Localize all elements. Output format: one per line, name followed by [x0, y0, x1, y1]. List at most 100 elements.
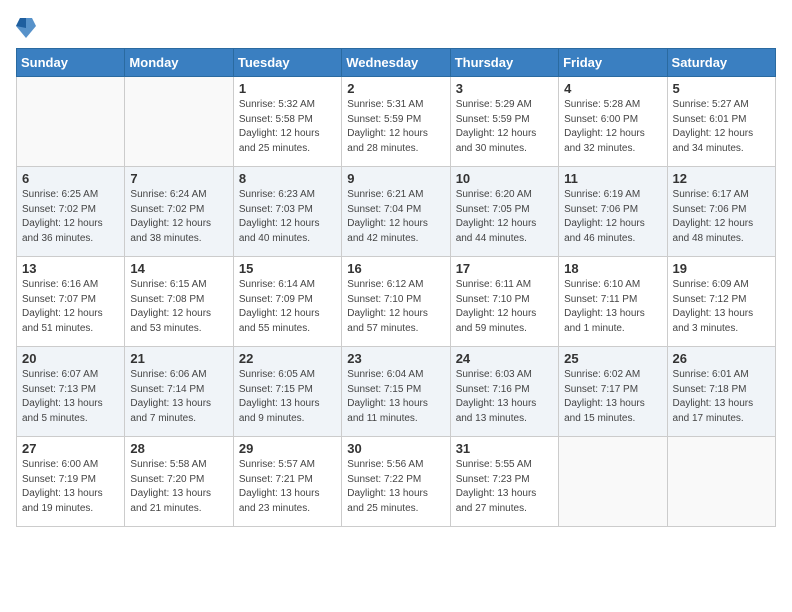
- day-info: Sunrise: 6:25 AM Sunset: 7:02 PM Dayligh…: [22, 188, 119, 246]
- calendar-cell: 12 Sunrise: 6:17 AM Sunset: 7:06 PM Dayli…: [667, 167, 775, 257]
- day-number: 4: [564, 81, 661, 96]
- day-number: 31: [456, 441, 553, 456]
- day-number: 29: [239, 441, 336, 456]
- day-info: Sunrise: 5:55 AM Sunset: 7:23 PM Dayligh…: [456, 458, 553, 516]
- day-info: Sunrise: 6:23 AM Sunset: 7:03 PM Dayligh…: [239, 188, 336, 246]
- calendar-header-sunday: Sunday: [17, 49, 125, 77]
- day-info: Sunrise: 5:32 AM Sunset: 5:58 PM Dayligh…: [239, 98, 336, 156]
- day-info: Sunrise: 6:11 AM Sunset: 7:10 PM Dayligh…: [456, 278, 553, 336]
- day-info: Sunrise: 6:01 AM Sunset: 7:18 PM Dayligh…: [673, 368, 770, 426]
- calendar-cell: 31 Sunrise: 5:55 AM Sunset: 7:23 PM Dayli…: [450, 437, 558, 527]
- day-number: 19: [673, 261, 770, 276]
- day-number: 16: [347, 261, 444, 276]
- calendar-cell: 2Sunrise: 5:31 AM Sunset: 5:59 PM Daylig…: [342, 77, 450, 167]
- day-number: 28: [130, 441, 227, 456]
- day-info: Sunrise: 5:56 AM Sunset: 7:22 PM Dayligh…: [347, 458, 444, 516]
- calendar-table: SundayMondayTuesdayWednesdayThursdayFrid…: [16, 48, 776, 527]
- day-info: Sunrise: 6:04 AM Sunset: 7:15 PM Dayligh…: [347, 368, 444, 426]
- day-info: Sunrise: 5:58 AM Sunset: 7:20 PM Dayligh…: [130, 458, 227, 516]
- calendar-cell: 27Sunrise: 6:00 AM Sunset: 7:19 PM Dayli…: [17, 437, 125, 527]
- day-number: 5: [673, 81, 770, 96]
- calendar-cell: [17, 77, 125, 167]
- day-info: Sunrise: 6:19 AM Sunset: 7:06 PM Dayligh…: [564, 188, 661, 246]
- calendar-header-monday: Monday: [125, 49, 233, 77]
- day-number: 10: [456, 171, 553, 186]
- day-number: 15: [239, 261, 336, 276]
- day-number: 7: [130, 171, 227, 186]
- calendar-cell: 22 Sunrise: 6:05 AM Sunset: 7:15 PM Dayli…: [233, 347, 341, 437]
- day-info: Sunrise: 6:20 AM Sunset: 7:05 PM Dayligh…: [456, 188, 553, 246]
- day-info: Sunrise: 6:06 AM Sunset: 7:14 PM Dayligh…: [130, 368, 227, 426]
- day-info: Sunrise: 6:12 AM Sunset: 7:10 PM Dayligh…: [347, 278, 444, 336]
- calendar-cell: 1 Sunrise: 5:32 AM Sunset: 5:58 PM Daylig…: [233, 77, 341, 167]
- calendar-cell: 9 Sunrise: 6:21 AM Sunset: 7:04 PM Daylig…: [342, 167, 450, 257]
- day-info: Sunrise: 6:02 AM Sunset: 7:17 PM Dayligh…: [564, 368, 661, 426]
- day-info: Sunrise: 6:17 AM Sunset: 7:06 PM Dayligh…: [673, 188, 770, 246]
- calendar-cell: 17Sunrise: 6:11 AM Sunset: 7:10 PM Dayli…: [450, 257, 558, 347]
- calendar-cell: 16 Sunrise: 6:12 AM Sunset: 7:10 PM Dayli…: [342, 257, 450, 347]
- calendar-week-row: 13 Sunrise: 6:16 AM Sunset: 7:07 PM Dayli…: [17, 257, 776, 347]
- calendar-cell: [125, 77, 233, 167]
- day-number: 30: [347, 441, 444, 456]
- calendar-cell: 7 Sunrise: 6:24 AM Sunset: 7:02 PM Daylig…: [125, 167, 233, 257]
- day-number: 8: [239, 171, 336, 186]
- day-info: Sunrise: 6:24 AM Sunset: 7:02 PM Dayligh…: [130, 188, 227, 246]
- calendar-week-row: 27Sunrise: 6:00 AM Sunset: 7:19 PM Dayli…: [17, 437, 776, 527]
- calendar-cell: 25 Sunrise: 6:02 AM Sunset: 7:17 PM Dayli…: [559, 347, 667, 437]
- day-number: 2: [347, 81, 444, 96]
- day-number: 14: [130, 261, 227, 276]
- day-number: 6: [22, 171, 119, 186]
- calendar-cell: 6 Sunrise: 6:25 AM Sunset: 7:02 PM Daylig…: [17, 167, 125, 257]
- calendar-header-row: SundayMondayTuesdayWednesdayThursdayFrid…: [17, 49, 776, 77]
- day-info: Sunrise: 5:27 AM Sunset: 6:01 PM Dayligh…: [673, 98, 770, 156]
- calendar-cell: 3Sunrise: 5:29 AM Sunset: 5:59 PM Daylig…: [450, 77, 558, 167]
- day-number: 9: [347, 171, 444, 186]
- calendar-cell: 4 Sunrise: 5:28 AM Sunset: 6:00 PM Daylig…: [559, 77, 667, 167]
- calendar-cell: 13 Sunrise: 6:16 AM Sunset: 7:07 PM Dayli…: [17, 257, 125, 347]
- day-info: Sunrise: 6:10 AM Sunset: 7:11 PM Dayligh…: [564, 278, 661, 336]
- calendar-week-row: 1 Sunrise: 5:32 AM Sunset: 5:58 PM Daylig…: [17, 77, 776, 167]
- day-info: Sunrise: 6:07 AM Sunset: 7:13 PM Dayligh…: [22, 368, 119, 426]
- day-number: 20: [22, 351, 119, 366]
- day-number: 22: [239, 351, 336, 366]
- calendar-cell: 30 Sunrise: 5:56 AM Sunset: 7:22 PM Dayli…: [342, 437, 450, 527]
- calendar-cell: 5 Sunrise: 5:27 AM Sunset: 6:01 PM Daylig…: [667, 77, 775, 167]
- calendar-cell: 18Sunrise: 6:10 AM Sunset: 7:11 PM Dayli…: [559, 257, 667, 347]
- calendar-cell: 21Sunrise: 6:06 AM Sunset: 7:14 PM Dayli…: [125, 347, 233, 437]
- calendar-header-wednesday: Wednesday: [342, 49, 450, 77]
- day-number: 13: [22, 261, 119, 276]
- calendar-cell: 15 Sunrise: 6:14 AM Sunset: 7:09 PM Dayli…: [233, 257, 341, 347]
- day-number: 3: [456, 81, 553, 96]
- day-number: 12: [673, 171, 770, 186]
- day-info: Sunrise: 6:03 AM Sunset: 7:16 PM Dayligh…: [456, 368, 553, 426]
- logo-icon: [16, 16, 36, 40]
- logo: [16, 16, 40, 40]
- calendar-cell: 24Sunrise: 6:03 AM Sunset: 7:16 PM Dayli…: [450, 347, 558, 437]
- day-info: Sunrise: 6:09 AM Sunset: 7:12 PM Dayligh…: [673, 278, 770, 336]
- calendar-cell: 10 Sunrise: 6:20 AM Sunset: 7:05 PM Dayli…: [450, 167, 558, 257]
- day-number: 26: [673, 351, 770, 366]
- calendar-week-row: 6 Sunrise: 6:25 AM Sunset: 7:02 PM Daylig…: [17, 167, 776, 257]
- calendar-cell: 28 Sunrise: 5:58 AM Sunset: 7:20 PM Dayli…: [125, 437, 233, 527]
- day-info: Sunrise: 6:05 AM Sunset: 7:15 PM Dayligh…: [239, 368, 336, 426]
- day-info: Sunrise: 6:00 AM Sunset: 7:19 PM Dayligh…: [22, 458, 119, 516]
- day-info: Sunrise: 6:15 AM Sunset: 7:08 PM Dayligh…: [130, 278, 227, 336]
- calendar-cell: 8 Sunrise: 6:23 AM Sunset: 7:03 PM Daylig…: [233, 167, 341, 257]
- calendar-header-thursday: Thursday: [450, 49, 558, 77]
- day-number: 1: [239, 81, 336, 96]
- calendar-header-tuesday: Tuesday: [233, 49, 341, 77]
- day-number: 25: [564, 351, 661, 366]
- header: [16, 16, 776, 40]
- day-number: 23: [347, 351, 444, 366]
- calendar-header-saturday: Saturday: [667, 49, 775, 77]
- day-info: Sunrise: 5:28 AM Sunset: 6:00 PM Dayligh…: [564, 98, 661, 156]
- calendar-cell: 11 Sunrise: 6:19 AM Sunset: 7:06 PM Dayli…: [559, 167, 667, 257]
- calendar-cell: 19 Sunrise: 6:09 AM Sunset: 7:12 PM Dayli…: [667, 257, 775, 347]
- day-info: Sunrise: 6:14 AM Sunset: 7:09 PM Dayligh…: [239, 278, 336, 336]
- day-info: Sunrise: 6:21 AM Sunset: 7:04 PM Dayligh…: [347, 188, 444, 246]
- calendar-cell: [559, 437, 667, 527]
- day-info: Sunrise: 6:16 AM Sunset: 7:07 PM Dayligh…: [22, 278, 119, 336]
- calendar-cell: 20 Sunrise: 6:07 AM Sunset: 7:13 PM Dayli…: [17, 347, 125, 437]
- day-info: Sunrise: 5:57 AM Sunset: 7:21 PM Dayligh…: [239, 458, 336, 516]
- day-number: 11: [564, 171, 661, 186]
